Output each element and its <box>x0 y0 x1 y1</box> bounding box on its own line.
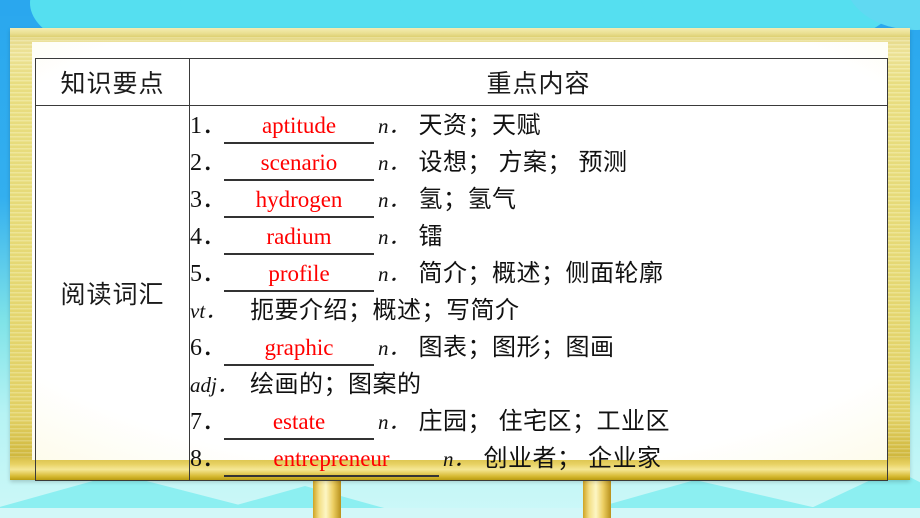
entry-number: 5． <box>190 261 226 287</box>
ground-strip <box>0 508 920 518</box>
entry-word-blank[interactable]: aptitude <box>224 111 374 144</box>
entry-part-of-speech: adj． <box>190 373 238 397</box>
vocab-entry-continuation: vt． 扼要介绍；概述；写简介 <box>190 293 887 330</box>
entry-meaning: 庄园； 住宅区；工业区 <box>418 409 670 435</box>
entry-word-blank[interactable]: estate <box>224 407 374 440</box>
entry-meaning: 创业者； 企业家 <box>483 446 662 472</box>
entry-meaning: 天资；天赋 <box>418 113 541 139</box>
vocab-entry: 5． profile n． 简介；概述；侧面轮廓 <box>190 256 887 293</box>
table-header-row: 知识要点 重点内容 <box>35 58 888 106</box>
vocab-entry-continuation: adj． 绘画的；图案的 <box>190 367 887 404</box>
vocab-entry: 3． hydrogen n． 氢；氢气 <box>190 182 887 219</box>
entry-meaning: 绘画的；图案的 <box>250 372 422 398</box>
header-cell-content: 重点内容 <box>189 58 888 106</box>
vocab-entry: 7． estate n． 庄园； 住宅区；工业区 <box>190 404 887 441</box>
entry-part-of-speech: n． <box>378 262 410 286</box>
entry-part-of-speech: n． <box>378 225 410 249</box>
entry-meaning: 氢；氢气 <box>418 187 517 213</box>
entry-number: 1． <box>190 113 226 139</box>
entry-part-of-speech: n． <box>378 188 410 212</box>
slide-canvas: 知识要点 重点内容 阅读词汇 1． aptitude n． 天资；天赋 2． s… <box>0 0 920 518</box>
entry-part-of-speech: n． <box>378 151 410 175</box>
entry-meaning: 扼要介绍；概述；写简介 <box>250 298 520 324</box>
table-body-row: 阅读词汇 1． aptitude n． 天资；天赋 2． scenario n． <box>35 105 888 481</box>
header-cell-key: 知识要点 <box>35 58 190 106</box>
entry-part-of-speech: vt． <box>190 299 227 323</box>
entry-word-blank[interactable]: radium <box>224 222 374 255</box>
entry-meaning: 简介；概述；侧面轮廓 <box>418 261 664 287</box>
vocab-entry: 1． aptitude n． 天资；天赋 <box>190 108 887 145</box>
entry-part-of-speech: n． <box>443 447 475 471</box>
vocab-entry: 4． radium n． 镭 <box>190 219 887 256</box>
entry-meaning: 镭 <box>418 224 443 250</box>
entry-word-blank[interactable]: graphic <box>224 333 374 366</box>
entry-meaning: 设想； 方案； 预测 <box>418 150 628 176</box>
entry-word-blank[interactable]: profile <box>224 259 374 292</box>
entry-word-blank[interactable]: entrepreneur <box>224 444 439 477</box>
entry-part-of-speech: n． <box>378 410 410 434</box>
entry-word-blank[interactable]: scenario <box>224 148 374 181</box>
entry-number: 3． <box>190 187 226 213</box>
entry-meaning: 图表；图形；图画 <box>418 335 615 361</box>
board-top-rail <box>10 28 910 37</box>
entry-number: 2． <box>190 150 226 176</box>
entry-number: 7． <box>190 409 226 435</box>
entry-number: 8． <box>190 446 226 472</box>
vocab-entry: 2． scenario n． 设想； 方案； 预测 <box>190 145 887 182</box>
knowledge-table-wrapper: 知识要点 重点内容 阅读词汇 1． aptitude n． 天资；天赋 2． s… <box>35 58 888 481</box>
row-content-entries: 1． aptitude n． 天资；天赋 2． scenario n． 设想； … <box>189 105 888 481</box>
row-key-vocabulary: 阅读词汇 <box>35 105 190 481</box>
entry-part-of-speech: n． <box>378 114 410 138</box>
vocab-entry: 6． graphic n． 图表；图形；图画 <box>190 330 887 367</box>
entry-number: 4． <box>190 224 226 250</box>
entry-word-blank[interactable]: hydrogen <box>224 185 374 218</box>
entry-part-of-speech: n． <box>378 336 410 360</box>
knowledge-table: 知识要点 重点内容 阅读词汇 1． aptitude n． 天资；天赋 2． s… <box>35 58 888 481</box>
entry-number: 6． <box>190 335 226 361</box>
vocab-entry: 8． entrepreneur n． 创业者； 企业家 <box>190 441 887 478</box>
